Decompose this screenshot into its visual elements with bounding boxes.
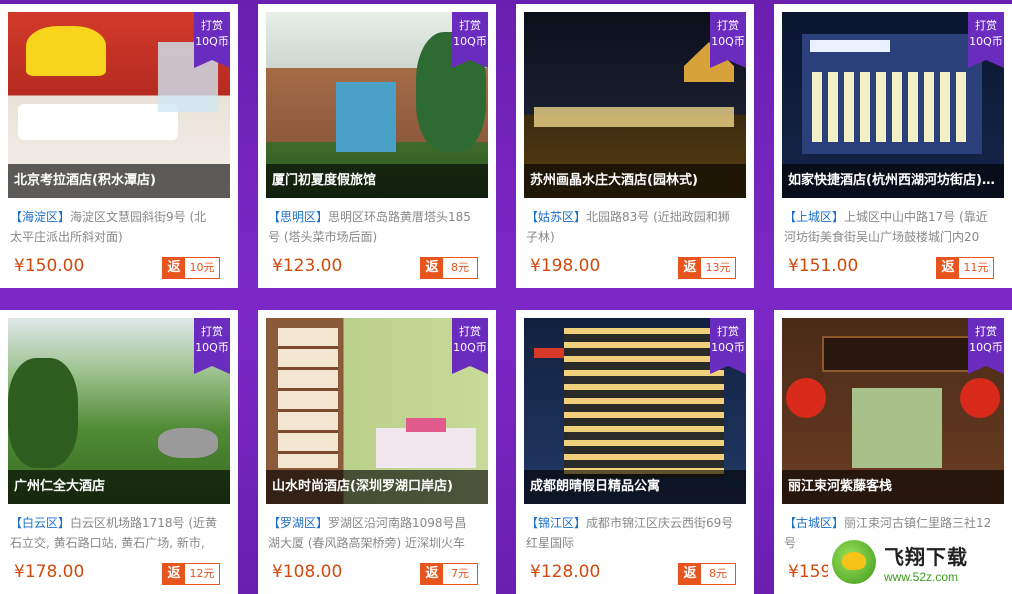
hotel-photo[interactable]: 打赏 10Q币如家快捷酒店(杭州西湖河坊街店)原… bbox=[782, 12, 1004, 198]
reward-ribbon[interactable]: 打赏 10Q币 bbox=[194, 12, 230, 68]
hotel-district[interactable]: 【思明区】 bbox=[268, 210, 328, 224]
rebate-amount: 7元 bbox=[451, 567, 469, 580]
hotel-photo[interactable]: 打赏 10Q币北京考拉酒店(积水潭店) bbox=[8, 12, 230, 198]
hotel-district[interactable]: 【古城区】 bbox=[784, 516, 844, 530]
reward-ribbon-amount: 10Q币 bbox=[969, 341, 1003, 354]
hotel-address: 【思明区】思明区环岛路黄厝塔头185号 (塔头菜市场后面) bbox=[268, 207, 476, 247]
hotel-card[interactable]: 打赏 10Q币山水时尚酒店(深圳罗湖口岸店) 【罗湖区】罗湖区沿河南路1098号昌湖… bbox=[258, 310, 496, 594]
hotel-district[interactable]: 【白云区】 bbox=[10, 516, 70, 530]
reward-ribbon[interactable]: 打赏 10Q币 bbox=[452, 12, 488, 68]
watermark-title: 飞翔下载 bbox=[884, 544, 968, 569]
reward-ribbon-label: 打赏 bbox=[975, 19, 997, 32]
reward-ribbon-amount: 10Q币 bbox=[453, 341, 487, 354]
hotel-address: 【白云区】白云区机场路1718号 (近黄石立交, 黄石路口站, 黄石广场, 新市… bbox=[10, 513, 218, 553]
site-watermark: 飞翔下载 www.52z.com bbox=[828, 534, 1004, 590]
hotel-district[interactable]: 【上城区】 bbox=[784, 210, 844, 224]
rebate-tag: 返 bbox=[421, 564, 443, 584]
hotel-price: ¥128.00 bbox=[530, 562, 601, 582]
rebate-amount: 8元 bbox=[709, 567, 727, 580]
hotel-address: 【上城区】上城区中山中路17号 (靠近河坊街美食街吴山广场鼓楼城门内20 bbox=[784, 207, 992, 247]
reward-ribbon[interactable]: 打赏 10Q币 bbox=[968, 12, 1004, 68]
reward-ribbon-label: 打赏 bbox=[975, 325, 997, 338]
reward-ribbon[interactable]: 打赏 10Q币 bbox=[710, 12, 746, 68]
hotel-price: ¥151.00 bbox=[788, 256, 859, 276]
rebate-badge: 返 13元 bbox=[678, 257, 736, 279]
rebate-amount: 8元 bbox=[451, 261, 469, 274]
reward-ribbon[interactable]: 打赏 10Q币 bbox=[452, 318, 488, 374]
hotel-name[interactable]: 广州仁全大酒店 bbox=[8, 470, 230, 504]
hotel-price: ¥198.00 bbox=[530, 256, 601, 276]
hotel-price: ¥108.00 bbox=[272, 562, 343, 582]
hotel-photo[interactable]: 打赏 10Q币丽江束河紫藤客栈 bbox=[782, 318, 1004, 504]
hotel-name[interactable]: 丽江束河紫藤客栈 bbox=[782, 470, 1004, 504]
reward-ribbon-amount: 10Q币 bbox=[711, 341, 745, 354]
rebate-tag: 返 bbox=[163, 564, 185, 584]
rebate-tag: 返 bbox=[679, 258, 701, 278]
rebate-amount: 11元 bbox=[963, 261, 989, 274]
rebate-tag: 返 bbox=[421, 258, 443, 278]
rebate-amount: 13元 bbox=[705, 261, 731, 274]
hotel-address: 【罗湖区】罗湖区沿河南路1098号昌湖大厦 (春风路高架桥旁) 近深圳火车 bbox=[268, 513, 476, 553]
reward-ribbon[interactable]: 打赏 10Q币 bbox=[710, 318, 746, 374]
rebate-amount: 10元 bbox=[189, 261, 215, 274]
rebate-badge: 返 11元 bbox=[936, 257, 994, 279]
hotel-photo[interactable]: 打赏 10Q币广州仁全大酒店 bbox=[8, 318, 230, 504]
reward-ribbon[interactable]: 打赏 10Q币 bbox=[194, 318, 230, 374]
hotel-address: 【姑苏区】北园路83号 (近拙政园和狮子林) bbox=[526, 207, 734, 247]
rebate-badge: 返 7元 bbox=[420, 563, 478, 585]
rebate-tag: 返 bbox=[679, 564, 701, 584]
hotel-card[interactable]: 打赏 10Q币成都朗晴假日精品公寓【锦江区】成都市锦江区庆云西街69号红星国际 ¥1… bbox=[516, 310, 754, 594]
hotel-photo[interactable]: 打赏 10Q币山水时尚酒店(深圳罗湖口岸店) bbox=[266, 318, 488, 504]
hotel-price: ¥150.00 bbox=[14, 256, 85, 276]
rebate-badge: 返 12元 bbox=[162, 563, 220, 585]
hotel-name[interactable]: 厦门初夏度假旅馆 bbox=[266, 164, 488, 198]
hotel-card[interactable]: 打赏 10Q币苏州画晶水庄大酒店(园林式) 【姑苏区】北园路83号 (近拙政园和狮子… bbox=[516, 4, 754, 288]
watermark-logo-icon bbox=[832, 540, 876, 584]
reward-ribbon-label: 打赏 bbox=[201, 325, 223, 338]
hotel-district[interactable]: 【海淀区】 bbox=[10, 210, 70, 224]
hotel-name[interactable]: 山水时尚酒店(深圳罗湖口岸店) bbox=[266, 470, 488, 504]
rebate-tag: 返 bbox=[163, 258, 185, 278]
reward-ribbon-label: 打赏 bbox=[459, 325, 481, 338]
hotel-price: ¥178.00 bbox=[14, 562, 85, 582]
rebate-amount: 12元 bbox=[189, 567, 215, 580]
reward-ribbon-amount: 10Q币 bbox=[195, 35, 229, 48]
reward-ribbon-label: 打赏 bbox=[717, 325, 739, 338]
reward-ribbon-label: 打赏 bbox=[459, 19, 481, 32]
hotel-district[interactable]: 【锦江区】 bbox=[526, 516, 586, 530]
hotel-card[interactable]: 打赏 10Q币广州仁全大酒店【白云区】白云区机场路1718号 (近黄石立交, 黄石… bbox=[0, 310, 238, 594]
hotel-photo[interactable]: 打赏 10Q币苏州画晶水庄大酒店(园林式) bbox=[524, 12, 746, 198]
reward-ribbon[interactable]: 打赏 10Q币 bbox=[968, 318, 1004, 374]
hotel-name[interactable]: 成都朗晴假日精品公寓 bbox=[524, 470, 746, 504]
hotel-price: ¥123.00 bbox=[272, 256, 343, 276]
hotel-grid: 打赏 10Q币 北京考拉酒店(积水潭店) 【海淀区】海淀区文慧园斜街9号 (北太平庄派… bbox=[0, 0, 1012, 594]
hotel-photo[interactable]: 打赏 10Q币成都朗晴假日精品公寓 bbox=[524, 318, 746, 504]
hotel-card[interactable]: 打赏 10Q币厦门初夏度假旅馆【思明区】思明区环岛路黄厝塔头185号 (塔头菜市场… bbox=[258, 4, 496, 288]
hotel-photo[interactable]: 打赏 10Q币厦门初夏度假旅馆 bbox=[266, 12, 488, 198]
rebate-badge: 返 8元 bbox=[420, 257, 478, 279]
rebate-badge: 返 8元 bbox=[678, 563, 736, 585]
hotel-district[interactable]: 【罗湖区】 bbox=[268, 516, 328, 530]
reward-ribbon-label: 打赏 bbox=[201, 19, 223, 32]
rebate-badge: 返 10元 bbox=[162, 257, 220, 279]
hotel-district[interactable]: 【姑苏区】 bbox=[526, 210, 586, 224]
hotel-name[interactable]: 如家快捷酒店(杭州西湖河坊街店)原… bbox=[782, 164, 1004, 198]
reward-ribbon-amount: 10Q币 bbox=[711, 35, 745, 48]
reward-ribbon-amount: 10Q币 bbox=[969, 35, 1003, 48]
watermark-url: www.52z.com bbox=[884, 569, 959, 584]
reward-ribbon-label: 打赏 bbox=[717, 19, 739, 32]
reward-ribbon-amount: 10Q币 bbox=[195, 341, 229, 354]
hotel-address: 【海淀区】海淀区文慧园斜街9号 (北太平庄派出所斜对面) bbox=[10, 207, 218, 247]
hotel-card[interactable]: 打赏 10Q币如家快捷酒店(杭州西湖河坊街店)原… 【上城区】上城区中山中路17号 … bbox=[774, 4, 1012, 288]
hotel-address: 【锦江区】成都市锦江区庆云西街69号红星国际 bbox=[526, 513, 734, 553]
hotel-card[interactable]: 打赏 10Q币北京考拉酒店(积水潭店) 【海淀区】海淀区文慧园斜街9号 (北太平庄派… bbox=[0, 4, 238, 288]
hotel-name[interactable]: 北京考拉酒店(积水潭店) bbox=[8, 164, 230, 198]
reward-ribbon-amount: 10Q币 bbox=[453, 35, 487, 48]
rebate-tag: 返 bbox=[937, 258, 959, 278]
hotel-name[interactable]: 苏州画晶水庄大酒店(园林式) bbox=[524, 164, 746, 198]
